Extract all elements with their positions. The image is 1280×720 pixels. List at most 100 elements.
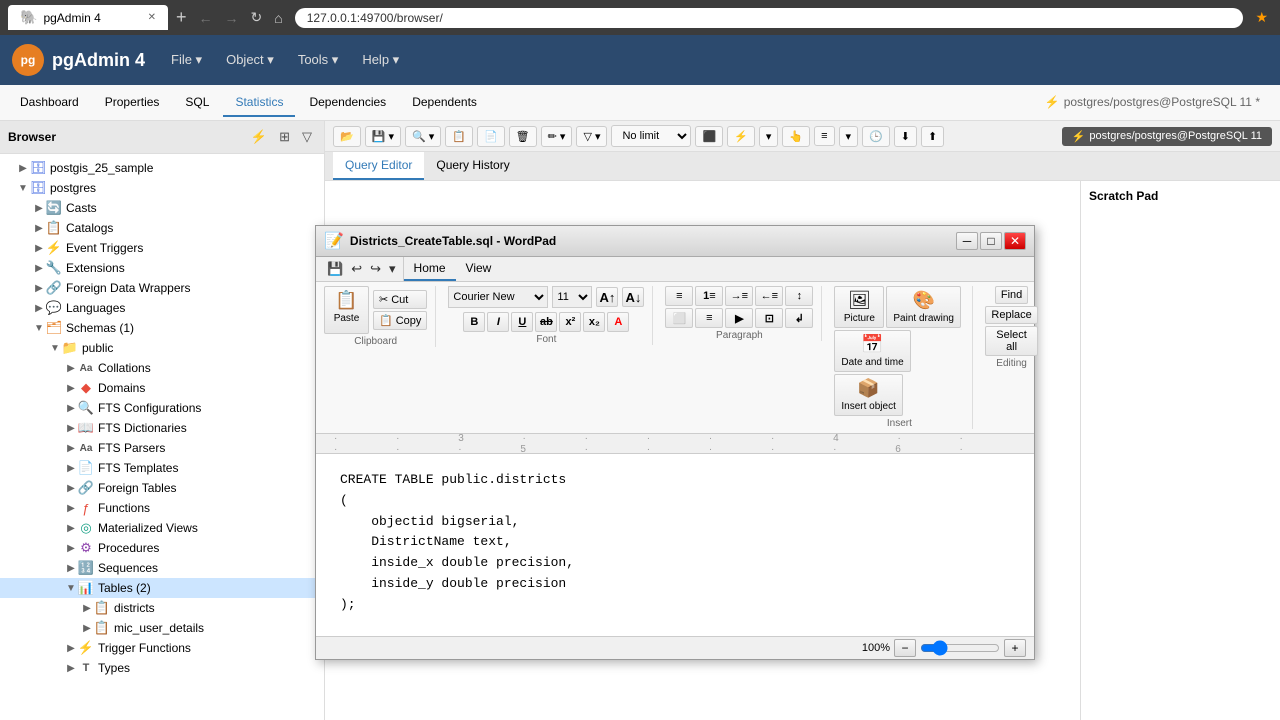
align-right-btn[interactable]: ▶	[725, 308, 753, 328]
new-tab-btn[interactable]: +	[176, 7, 187, 28]
expand-mic-user[interactable]: ▶	[80, 623, 94, 634]
paste-btn[interactable]: 📄	[477, 126, 505, 147]
zoom-in-btn[interactable]: +	[1004, 639, 1026, 657]
font-grow-btn[interactable]: A↑	[596, 287, 618, 307]
wordpad-content[interactable]: CREATE TABLE public.districts ( objectid…	[316, 454, 1034, 636]
insert-object-btn[interactable]: 📦 Insert object	[834, 374, 902, 416]
filter-btn[interactable]: ▽ ▾	[576, 126, 607, 147]
expand-fts-dict[interactable]: ▶	[64, 423, 78, 434]
expand-public[interactable]: ▼	[48, 343, 62, 354]
sidebar-grid-btn[interactable]: ⊞	[275, 127, 294, 147]
limit-select[interactable]: No limit	[611, 125, 691, 147]
tab-dependencies[interactable]: Dependencies	[297, 89, 398, 117]
expand-postgres[interactable]: ▼	[16, 183, 30, 194]
font-shrink-btn[interactable]: A↓	[622, 287, 644, 307]
indent-more-btn[interactable]: →≡	[725, 286, 753, 306]
expand-catalogs[interactable]: ▶	[32, 223, 46, 234]
bold-btn[interactable]: B	[463, 312, 485, 332]
delete-btn[interactable]: 🗑	[509, 126, 537, 147]
expand-event-triggers[interactable]: ▶	[32, 243, 46, 254]
wordpad-close-btn[interactable]: ✕	[1004, 232, 1026, 250]
sidebar-filter-btn[interactable]: ▽	[298, 127, 316, 147]
expand-districts[interactable]: ▶	[80, 603, 94, 614]
underline-btn[interactable]: U	[511, 312, 533, 332]
tree-item-collations[interactable]: ▶ Aa Collations	[0, 358, 324, 378]
cut-btn-ribbon[interactable]: ✂ Cut	[373, 290, 427, 309]
align-left-btn[interactable]: ⬜	[665, 308, 693, 328]
tree-item-languages[interactable]: ▶ 💬 Languages	[0, 298, 324, 318]
highlight-btn[interactable]: A	[607, 312, 629, 332]
bookmark-btn[interactable]: ★	[1251, 7, 1272, 28]
expand-procedures[interactable]: ▶	[64, 543, 78, 554]
run-btn[interactable]: ⚡	[727, 126, 755, 147]
expand-fdw[interactable]: ▶	[32, 283, 46, 294]
tree-item-sequences[interactable]: ▶ 🔢 Sequences	[0, 558, 324, 578]
home-btn[interactable]: ⌂	[270, 8, 286, 28]
insert-picture-btn[interactable]: 🖼 Picture	[834, 286, 884, 328]
expand-domains[interactable]: ▶	[64, 383, 78, 394]
tree-item-fts-templates[interactable]: ▶ 📄 FTS Templates	[0, 458, 324, 478]
align-center-btn[interactable]: ≡	[695, 308, 723, 328]
run-btn2[interactable]: ▾	[759, 126, 779, 147]
save-btn[interactable]: 💾 ▾	[365, 126, 401, 147]
quick-redo-btn[interactable]: ↪	[367, 259, 384, 279]
expand-types[interactable]: ▶	[64, 663, 78, 674]
tree-item-casts[interactable]: ▶ 🔄 Casts	[0, 198, 324, 218]
quick-undo-btn[interactable]: ↩	[348, 259, 365, 279]
expand-languages[interactable]: ▶	[32, 303, 46, 314]
search-btn[interactable]: 🔍 ▾	[405, 126, 441, 147]
justify-btn[interactable]: ⊡	[755, 308, 783, 328]
quick-save-btn[interactable]: 💾	[324, 259, 346, 279]
wordpad-minimize-btn[interactable]: ─	[956, 232, 978, 250]
line-spacing-btn[interactable]: ↕	[785, 286, 813, 306]
stop-btn[interactable]: ⬛	[695, 126, 723, 147]
font-size-select[interactable]: 11	[552, 286, 592, 308]
tree-item-public[interactable]: ▼ 📁 public	[0, 338, 324, 358]
tree-item-extensions[interactable]: ▶ 🔧 Extensions	[0, 258, 324, 278]
reload-btn[interactable]: ↻	[247, 7, 267, 28]
expand-trigger-funcs[interactable]: ▶	[64, 643, 78, 654]
expand-extensions[interactable]: ▶	[32, 263, 46, 274]
tree-item-mat-views[interactable]: ▶ ◎ Materialized Views	[0, 518, 324, 538]
tab-dependents[interactable]: Dependents	[400, 89, 489, 117]
paint-drawing-btn[interactable]: 🎨 Paint drawing	[886, 286, 961, 328]
zoom-out-btn[interactable]: −	[894, 639, 916, 657]
tree-item-catalogs[interactable]: ▶ 📋 Catalogs	[0, 218, 324, 238]
tree-item-domains[interactable]: ▶ ◆ Domains	[0, 378, 324, 398]
tree-item-fdw[interactable]: ▶ 🔗 Foreign Data Wrappers	[0, 278, 324, 298]
open-file-btn[interactable]: 📂	[333, 126, 361, 147]
rows-btn[interactable]: ≡	[814, 126, 834, 146]
expand-casts[interactable]: ▶	[32, 203, 46, 214]
sidebar-refresh-btn[interactable]: ⚡	[247, 127, 271, 147]
expand-foreign-tables[interactable]: ▶	[64, 483, 78, 494]
rtl-btn[interactable]: ↲	[785, 308, 813, 328]
expand-sequences[interactable]: ▶	[64, 563, 78, 574]
tab-dashboard[interactable]: Dashboard	[8, 89, 91, 117]
back-btn[interactable]: ←	[195, 8, 217, 28]
select-all-btn[interactable]: Select all	[985, 326, 1037, 356]
upload-btn[interactable]: ⬆	[921, 126, 944, 147]
tab-statistics[interactable]: Statistics	[223, 89, 295, 117]
nav-tools[interactable]: Tools ▾	[288, 48, 349, 72]
tab-query-history[interactable]: Query History	[424, 152, 521, 180]
copy-btn-ribbon[interactable]: 📋 Copy	[373, 311, 427, 330]
expand-tables[interactable]: ▼	[64, 583, 78, 594]
list-number-btn[interactable]: 1≡	[695, 286, 723, 306]
zoom-slider[interactable]	[920, 641, 1000, 655]
edit-btn[interactable]: ✏ ▾	[541, 126, 573, 147]
nav-help[interactable]: Help ▾	[352, 48, 409, 72]
tab-query-editor[interactable]: Query Editor	[333, 152, 424, 180]
expand-mat-views[interactable]: ▶	[64, 523, 78, 534]
ribbon-tab-home[interactable]: Home	[404, 257, 456, 281]
tab-close-btn[interactable]: ✕	[148, 12, 156, 23]
replace-btn[interactable]: Replace	[985, 306, 1037, 324]
superscript-btn[interactable]: x²	[559, 312, 581, 332]
paste-btn-ribbon[interactable]: 📋 Paste	[324, 286, 369, 334]
nav-object[interactable]: Object ▾	[216, 48, 284, 72]
italic-btn[interactable]: I	[487, 312, 509, 332]
tree-item-fts-parsers[interactable]: ▶ Aa FTS Parsers	[0, 438, 324, 458]
cursor-btn[interactable]: 👆	[782, 126, 810, 147]
indent-less-btn[interactable]: ←≡	[755, 286, 783, 306]
expand-fts-parsers[interactable]: ▶	[64, 443, 78, 454]
tree-item-postgres[interactable]: ▼ 🗄 postgres	[0, 178, 324, 198]
